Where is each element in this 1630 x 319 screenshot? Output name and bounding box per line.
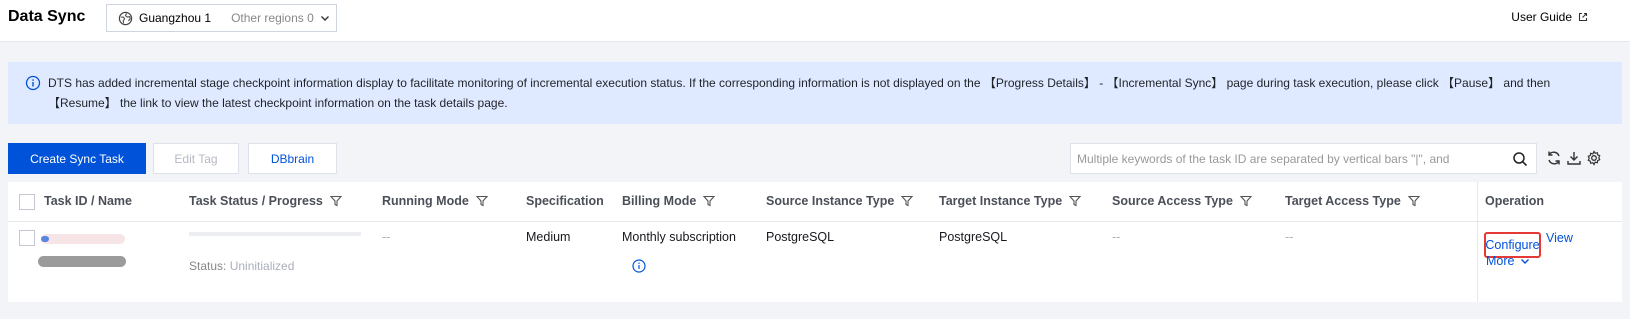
task-name-redacted <box>38 256 126 267</box>
billing-mode-value: Monthly subscription <box>622 230 736 244</box>
user-guide-label: User Guide <box>1511 10 1572 24</box>
download-icon[interactable] <box>1566 150 1582 166</box>
source-instance-type-value: PostgreSQL <box>766 230 835 244</box>
filter-icon[interactable] <box>1407 195 1420 207</box>
task-table: Task ID / Name Task Status / Progress Ru… <box>8 182 1622 302</box>
filter-icon[interactable] <box>1069 195 1082 207</box>
status-value: Uninitialized <box>229 259 295 273</box>
info-icon[interactable] <box>632 259 646 273</box>
specification-value: Medium <box>526 230 571 244</box>
search-input[interactable]: Multiple keywords of the task ID are sep… <box>1070 143 1537 174</box>
column-operation: Operation <box>1485 194 1545 208</box>
toolbar: Create Sync Task Edit Tag DBbrain Multip… <box>8 143 1622 175</box>
chevron-down-icon <box>320 16 329 21</box>
select-all-checkbox[interactable] <box>19 194 35 210</box>
table-header: Task ID / Name Task Status / Progress Ru… <box>8 182 1622 222</box>
view-link[interactable]: View <box>1546 231 1573 245</box>
column-target-instance-type: Target Instance Type <box>939 194 1082 208</box>
gear-icon[interactable] <box>1586 150 1602 166</box>
task-status: Status: Uninitialized <box>189 259 294 273</box>
search-icon[interactable] <box>1512 151 1528 167</box>
chevron-down-icon <box>1521 259 1530 264</box>
region-name: Guangzhou 1 <box>139 11 212 25</box>
task-id-redacted[interactable] <box>41 234 125 244</box>
column-task-id: Task ID / Name <box>44 194 133 208</box>
region-selector[interactable]: Guangzhou 1 Other regions 0 <box>106 4 337 32</box>
other-regions: Other regions 0 <box>231 11 314 25</box>
filter-icon[interactable] <box>329 195 342 207</box>
task-progress-bar <box>189 232 361 236</box>
status-label: Status: <box>189 259 227 273</box>
row-checkbox[interactable] <box>19 230 35 246</box>
search-placeholder: Multiple keywords of the task ID are sep… <box>1077 151 1450 166</box>
create-sync-task-button[interactable]: Create Sync Task <box>8 143 146 174</box>
column-source-access-type: Source Access Type <box>1112 194 1252 208</box>
column-target-access-type: Target Access Type <box>1285 194 1420 208</box>
target-instance-type-value: PostgreSQL <box>939 230 1008 244</box>
filter-icon[interactable] <box>1239 195 1252 207</box>
column-task-status: Task Status / Progress <box>189 194 342 208</box>
external-link-icon <box>1578 12 1588 22</box>
user-guide-link[interactable]: User Guide <box>1511 10 1588 24</box>
notice-banner: DTS has added incremental stage checkpoi… <box>8 62 1622 124</box>
top-bar: Data Sync Guangzhou 1 Other regions 0 Us… <box>0 0 1630 42</box>
target-access-type-value: -- <box>1285 230 1294 244</box>
source-access-type-value: -- <box>1112 230 1121 244</box>
page-title: Data Sync <box>8 8 86 25</box>
globe-icon <box>118 11 133 25</box>
info-icon <box>25 75 41 91</box>
column-source-instance-type: Source Instance Type <box>766 194 914 208</box>
filter-icon[interactable] <box>703 195 716 207</box>
edit-tag-button[interactable]: Edit Tag <box>153 143 239 174</box>
dbbrain-button[interactable]: DBbrain <box>248 143 337 174</box>
filter-icon[interactable] <box>475 195 488 207</box>
refresh-icon[interactable] <box>1546 150 1562 166</box>
operation-divider <box>1477 182 1478 302</box>
column-specification: Specification <box>526 194 604 208</box>
filter-icon[interactable] <box>901 195 914 207</box>
column-running-mode: Running Mode <box>382 194 488 208</box>
running-mode-value: -- <box>382 230 391 244</box>
more-label: More <box>1486 254 1515 268</box>
more-dropdown[interactable]: More <box>1486 254 1530 268</box>
notice-text: DTS has added incremental stage checkpoi… <box>48 76 1551 110</box>
column-billing-mode: Billing Mode <box>622 194 716 208</box>
